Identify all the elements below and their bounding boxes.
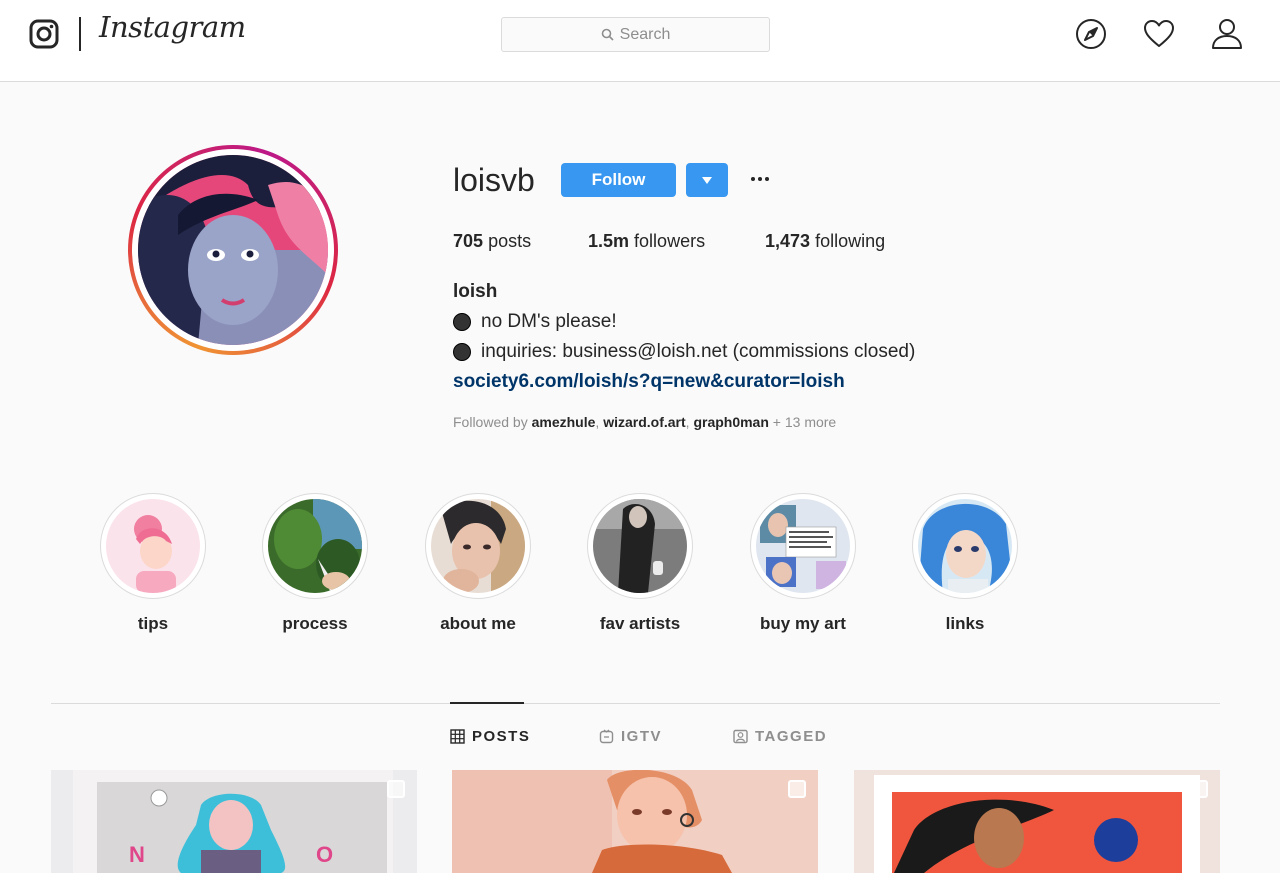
- bio-line-2: inquiries: business@loish.net (commissio…: [453, 341, 915, 363]
- highlight-tips[interactable]: tips: [100, 493, 206, 634]
- followed-by-more: + 13 more: [772, 414, 837, 430]
- posts-label: posts: [488, 231, 532, 251]
- more-options-button[interactable]: [746, 164, 774, 194]
- more-dot: [751, 177, 755, 181]
- tabs-divider: [51, 703, 1220, 704]
- logo-separator: [79, 17, 81, 51]
- bio-line-1: no DM's please!: [453, 311, 617, 333]
- active-tab-indicator: [450, 702, 524, 704]
- highlight-label: buy my art: [760, 614, 846, 633]
- posts-count: 705: [453, 231, 484, 251]
- followed-by-prefix: Followed by: [453, 414, 528, 430]
- highlight-ring: [262, 493, 368, 599]
- highlight-label: about me: [440, 614, 516, 633]
- followers-stat-link[interactable]: 1.5m followers: [588, 231, 705, 252]
- post-image: N O: [51, 770, 417, 873]
- tab-posts[interactable]: POSTS: [450, 728, 530, 745]
- bio-website-link[interactable]: society6.com/loish/s?q=new&curator=loish: [453, 371, 845, 393]
- following-label: following: [815, 231, 886, 251]
- more-dot: [765, 177, 769, 181]
- highlight-ring: [587, 493, 693, 599]
- followed-by-separator: ,: [685, 414, 690, 430]
- followed-by-name: graph0man: [693, 414, 769, 430]
- highlight-label: links: [945, 614, 985, 633]
- highlight-about-me[interactable]: about me: [425, 493, 531, 634]
- highlight-label: process: [282, 614, 348, 633]
- followed-by-separator: ,: [595, 414, 600, 430]
- highlight-fav-artists[interactable]: fav artists: [587, 493, 693, 634]
- highlight-buy-my-art[interactable]: buy my art: [750, 493, 856, 634]
- followers-label: followers: [634, 231, 706, 251]
- igtv-icon: [599, 729, 614, 744]
- search-input[interactable]: Search: [501, 17, 770, 52]
- followers-count: 1.5m: [588, 231, 630, 251]
- multiple-photos-icon: [1190, 780, 1208, 798]
- highlight-cover: [106, 499, 200, 593]
- tab-igtv[interactable]: IGTV: [599, 728, 662, 745]
- followed-by-line[interactable]: Followed by amezhule, wizard.of.art, gra…: [453, 414, 836, 430]
- highlight-label: tips: [137, 614, 169, 633]
- highlight-links[interactable]: links: [912, 493, 1018, 634]
- profile-avatar-story-ring[interactable]: [128, 145, 338, 355]
- compass-icon[interactable]: [1074, 17, 1108, 51]
- highlight-cover: [756, 499, 850, 593]
- suggested-accounts-dropdown-button[interactable]: [686, 163, 728, 197]
- svg-text:N: N: [129, 842, 145, 867]
- tab-igtv-label: IGTV: [621, 728, 663, 745]
- heart-icon[interactable]: [1142, 17, 1176, 51]
- more-dot: [758, 177, 762, 181]
- grid-icon: [450, 729, 465, 744]
- top-navigation-bar: Instagram Search: [0, 0, 1280, 82]
- highlight-ring: [750, 493, 856, 599]
- avatar: [138, 155, 328, 345]
- svg-text:O: O: [316, 842, 333, 867]
- highlight-ring: [100, 493, 206, 599]
- profile-username: loisvb: [453, 162, 535, 198]
- bio-full-name: loish: [453, 281, 498, 302]
- post-thumbnail[interactable]: [854, 770, 1220, 873]
- posts-count-stat: 705 posts: [453, 231, 531, 252]
- post-thumbnail[interactable]: N O: [51, 770, 417, 873]
- multiple-photos-icon: [387, 780, 405, 798]
- following-stat-link[interactable]: 1,473 following: [765, 231, 885, 252]
- caret-down-icon: [702, 176, 712, 184]
- bio-line-2-text: inquiries: business@loish.net (commissio…: [481, 341, 916, 362]
- search-placeholder: Search: [619, 25, 671, 43]
- bio-line-1-text: no DM's please!: [481, 311, 617, 332]
- black-circle-emoji-icon: [453, 343, 471, 361]
- followed-by-name: amezhule: [531, 414, 596, 430]
- post-image: [854, 770, 1220, 873]
- highlight-ring: [912, 493, 1018, 599]
- tab-posts-label: POSTS: [472, 728, 531, 745]
- profile-icon[interactable]: [1210, 17, 1244, 51]
- search-icon: [601, 28, 614, 41]
- multiple-photos-icon: [788, 780, 806, 798]
- highlight-cover: [431, 499, 525, 593]
- post-thumbnail[interactable]: [452, 770, 818, 873]
- following-count: 1,473: [765, 231, 811, 251]
- tab-tagged[interactable]: TAGGED: [733, 728, 827, 745]
- tagged-person-icon: [733, 729, 748, 744]
- tab-tagged-label: TAGGED: [755, 728, 828, 745]
- highlight-cover: [918, 499, 1012, 593]
- post-image: [452, 770, 818, 873]
- instagram-wordmark[interactable]: Instagram: [99, 10, 246, 44]
- black-circle-emoji-icon: [453, 313, 471, 331]
- highlight-label: fav artists: [599, 614, 681, 633]
- highlight-cover: [593, 499, 687, 593]
- followed-by-name: wizard.of.art: [603, 414, 686, 430]
- instagram-logo-icon[interactable]: [29, 19, 59, 49]
- follow-button[interactable]: Follow: [561, 163, 676, 197]
- highlight-ring: [425, 493, 531, 599]
- highlight-cover: [268, 499, 362, 593]
- highlight-process[interactable]: process: [262, 493, 368, 634]
- avatar-inner: [132, 149, 334, 351]
